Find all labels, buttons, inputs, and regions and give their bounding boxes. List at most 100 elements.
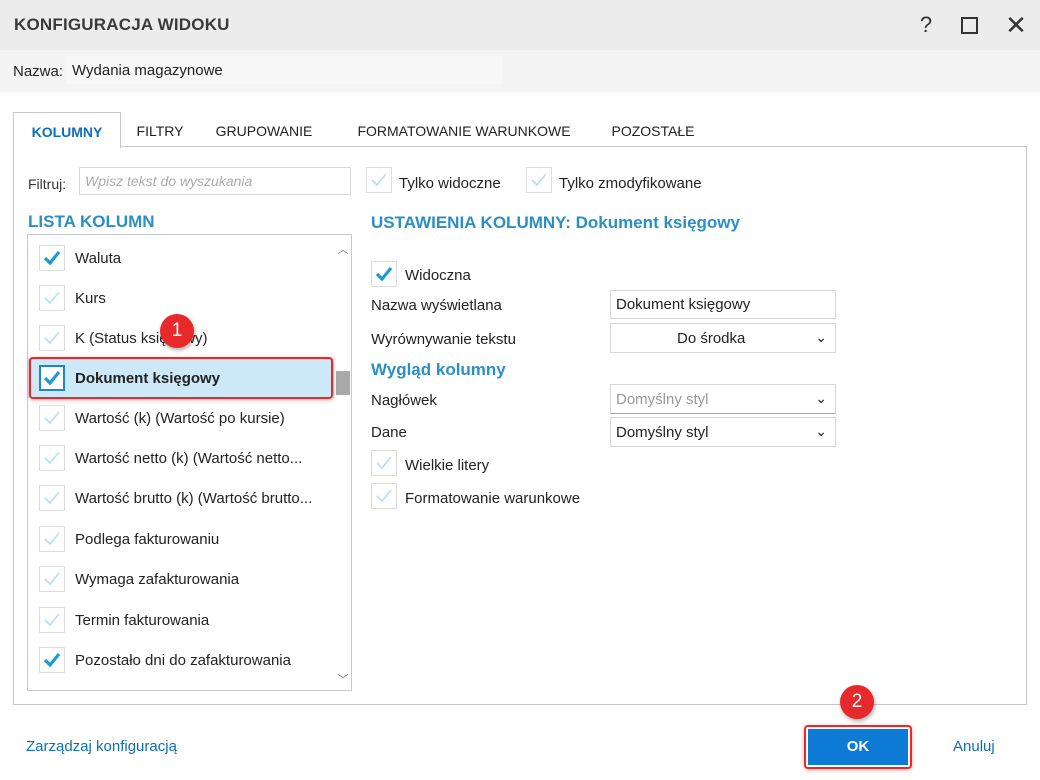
check-icon <box>531 173 547 187</box>
check-icon <box>44 331 60 345</box>
data-style-label: Dane <box>371 424 407 441</box>
check-icon <box>375 266 393 282</box>
help-button[interactable]: ? <box>910 10 942 40</box>
list-item[interactable]: Pozostało dni do zafakturowania <box>28 640 334 680</box>
check-icon <box>44 572 60 586</box>
only-modified-checkbox[interactable] <box>526 167 552 193</box>
data-style-value: Domyślny styl <box>616 424 709 441</box>
check-icon <box>43 652 61 668</box>
check-icon <box>44 532 60 546</box>
column-label: Termin fakturowania <box>75 612 210 629</box>
column-checkbox[interactable] <box>39 647 65 673</box>
check-icon <box>376 456 392 470</box>
only-visible-checkbox[interactable] <box>366 167 392 193</box>
column-checkbox[interactable] <box>39 485 65 511</box>
column-checkbox[interactable] <box>39 405 65 431</box>
maximize-button[interactable] <box>953 10 985 40</box>
check-icon <box>44 613 60 627</box>
step-marker-1: 1 <box>160 314 194 348</box>
list-item[interactable]: Wartość netto (k) (Wartość netto... <box>28 438 334 478</box>
column-checkbox[interactable] <box>39 566 65 592</box>
appearance-title: Wygląd kolumny <box>371 360 506 379</box>
column-checkbox[interactable] <box>39 245 65 271</box>
selection-highlight <box>29 357 333 399</box>
close-button[interactable]: ✕ <box>1000 10 1032 40</box>
conditional-formatting-checkbox[interactable] <box>371 483 397 509</box>
visible-label: Widoczna <box>405 267 471 284</box>
scroll-thumb[interactable] <box>336 371 350 395</box>
list-item[interactable]: Kurs <box>28 278 334 318</box>
title-bar: KONFIGURACJA WIDOKU ? ✕ <box>0 0 1040 50</box>
chevron-down-icon: ⌄ <box>815 329 827 345</box>
only-modified-label: Tylko zmodyfikowane <box>559 175 702 192</box>
only-visible-label: Tylko widoczne <box>399 175 501 192</box>
check-icon <box>376 489 392 503</box>
chevron-down-icon[interactable]: ﹀ <box>336 671 350 686</box>
column-label: Kurs <box>75 290 106 307</box>
column-label: Waluta <box>75 250 122 267</box>
filter-label: Filtruj: <box>28 176 67 192</box>
list-item[interactable]: Wartość (k) (Wartość po kursie) <box>28 398 334 438</box>
uppercase-label: Wielkie litery <box>405 457 490 474</box>
manage-configuration-link[interactable]: Zarządzaj konfiguracją <box>26 738 177 755</box>
column-checkbox[interactable] <box>39 526 65 552</box>
chevron-down-icon: ⌄ <box>815 423 827 439</box>
chevron-down-icon: ⌄ <box>815 390 827 406</box>
cancel-link[interactable]: Anuluj <box>953 738 995 755</box>
tab-columns[interactable]: KOLUMNY <box>13 112 121 148</box>
tab-grouping[interactable]: GRUPOWANIE <box>205 112 323 148</box>
text-align-label: Wyrównywanie tekstu <box>371 331 516 348</box>
column-checkbox[interactable] <box>39 607 65 633</box>
column-list-title: LISTA KOLUMN <box>28 212 155 231</box>
maximize-icon <box>960 16 978 34</box>
filter-input[interactable] <box>79 167 351 195</box>
visible-checkbox[interactable] <box>371 261 397 287</box>
column-label: Podlega fakturowaniu <box>75 531 220 548</box>
tab-bar: KOLUMNY FILTRY GRUPOWANIE FORMATOWANIE W… <box>13 112 1027 148</box>
column-settings-title: USTAWIENIA KOLUMNY: Dokument księgowy <box>371 213 740 232</box>
list-scrollbar[interactable]: ︿ ﹀ <box>334 235 351 690</box>
header-style-select[interactable]: Domyślny styl ⌄ <box>610 384 836 414</box>
name-input[interactable] <box>66 56 503 84</box>
check-icon <box>44 491 60 505</box>
display-name-label: Nazwa wyświetlana <box>371 297 502 314</box>
ok-button[interactable]: OK <box>808 729 908 765</box>
column-label: Wartość (k) (Wartość po kursie) <box>75 410 285 427</box>
tab-other[interactable]: POZOSTAŁE <box>603 112 703 148</box>
data-style-select[interactable]: Domyślny styl ⌄ <box>610 417 836 447</box>
check-icon <box>43 250 61 266</box>
window-title: KONFIGURACJA WIDOKU <box>14 15 230 34</box>
header-style-value: Domyślny styl <box>616 391 709 408</box>
chevron-up-icon[interactable]: ︿ <box>336 241 350 256</box>
list-item[interactable]: Podlega fakturowaniu <box>28 519 334 559</box>
check-icon <box>44 411 60 425</box>
check-icon <box>44 291 60 305</box>
tab-filters[interactable]: FILTRY <box>125 112 195 148</box>
column-label: Wymaga zafakturowania <box>75 571 240 588</box>
close-icon: ✕ <box>1005 9 1027 40</box>
list-item[interactable]: Wartość brutto (k) (Wartość brutto... <box>28 478 334 518</box>
column-checkbox[interactable] <box>39 445 65 471</box>
column-label: Pozostało dni do zafakturowania <box>75 652 291 669</box>
list-item[interactable]: Waluta <box>28 238 334 278</box>
text-align-select[interactable]: Do środka ⌄ <box>610 323 836 353</box>
column-list[interactable]: Waluta Kurs K (Status księgowy) Dokument… <box>27 234 352 691</box>
name-label: Nazwa: <box>13 63 64 80</box>
list-item[interactable]: Wymaga zafakturowania <box>28 559 334 599</box>
column-label: Wartość brutto (k) (Wartość brutto... <box>75 490 313 507</box>
display-name-input[interactable]: Dokument księgowy <box>610 290 836 319</box>
text-align-value: Do środka <box>677 330 746 347</box>
list-item[interactable]: Termin fakturowania <box>28 600 334 640</box>
tab-conditional-formatting[interactable]: FORMATOWANIE WARUNKOWE <box>343 112 585 148</box>
uppercase-checkbox[interactable] <box>371 450 397 476</box>
check-icon <box>44 451 60 465</box>
column-checkbox[interactable] <box>39 325 65 351</box>
help-icon: ? <box>919 12 933 37</box>
step-marker-2: 2 <box>840 685 874 719</box>
check-icon <box>371 173 387 187</box>
column-checkbox[interactable] <box>39 285 65 311</box>
conditional-formatting-label: Formatowanie warunkowe <box>405 490 581 507</box>
header-style-label: Nagłówek <box>371 392 437 409</box>
column-label: Wartość netto (k) (Wartość netto... <box>75 450 303 467</box>
name-row: Nazwa: <box>0 50 1040 92</box>
